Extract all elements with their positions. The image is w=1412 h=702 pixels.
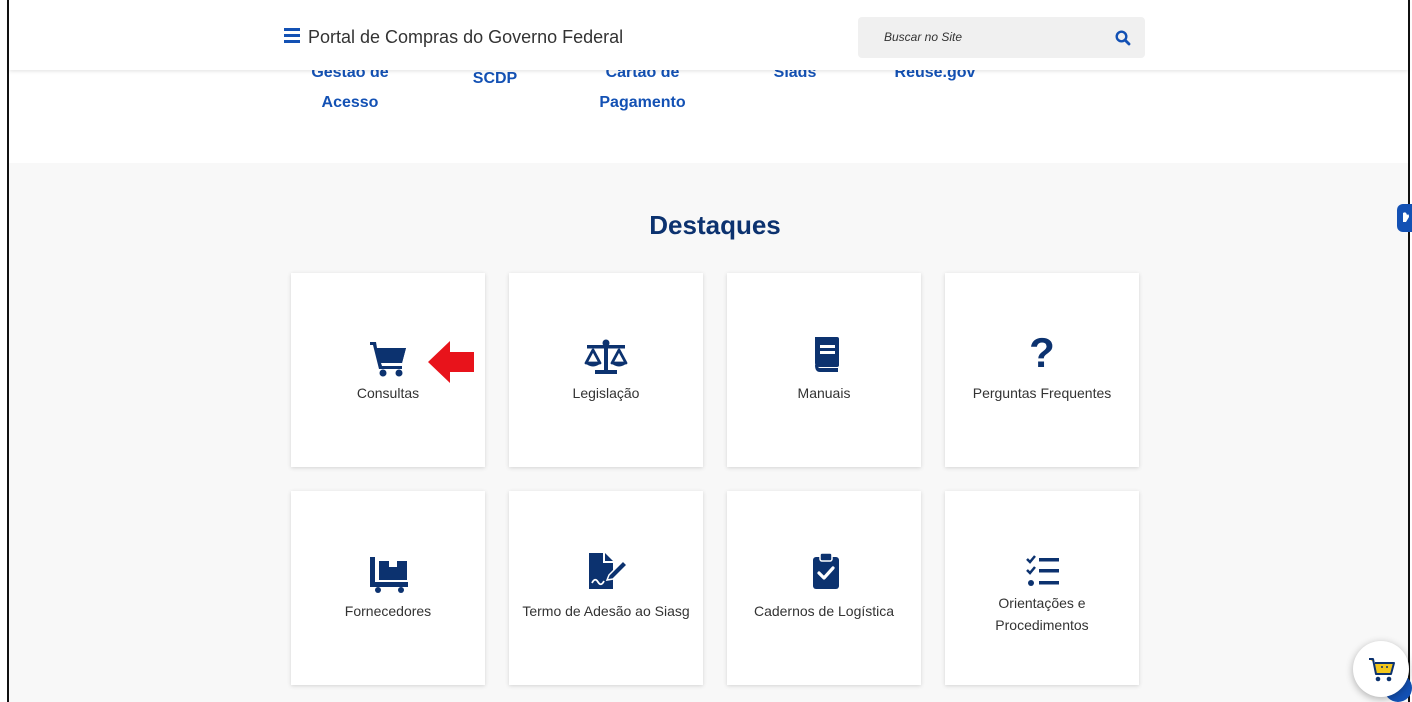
cart-icon: [1369, 658, 1395, 682]
balance-scale-icon: [584, 339, 628, 374]
search-box: [858, 17, 1145, 58]
card-label: Legislação: [572, 385, 640, 401]
link-line: Acesso: [321, 94, 379, 111]
link-line: Pagamento: [599, 94, 686, 111]
file-signature-icon: [589, 553, 629, 589]
hand-icon: [1403, 212, 1409, 222]
floating-cart-button[interactable]: [1353, 641, 1409, 697]
card-fornecedores[interactable]: Fornecedores: [291, 491, 485, 685]
card-legislacao[interactable]: Legislação: [509, 273, 703, 467]
card-label: Fornecedores: [344, 603, 432, 619]
red-arrow-annotation: [428, 341, 474, 383]
window-border-right: [1408, 0, 1410, 702]
card-manuais[interactable]: Manuais: [727, 273, 921, 467]
card-label: Perguntas Frequentes: [972, 385, 1112, 401]
accessibility-hand-icon[interactable]: [1397, 204, 1412, 232]
card-label: Orientações e Procedimentos: [995, 595, 1089, 633]
card-orientacoes[interactable]: Orientações e Procedimentos: [945, 491, 1139, 685]
card-label: Termo de Adesão ao Siasg: [522, 603, 690, 619]
question-icon: ?: [1029, 329, 1055, 376]
hamburger-menu-icon[interactable]: [284, 28, 300, 43]
destaques-section: [9, 163, 1408, 702]
card-termo-adesao[interactable]: Termo de Adesão ao Siasg: [509, 491, 703, 685]
clipboard-check-icon: [813, 552, 839, 589]
section-title: Destaques: [649, 210, 781, 240]
card-label: Manuais: [797, 385, 851, 401]
tasks-icon: [1026, 555, 1059, 586]
search-icon[interactable]: [1114, 29, 1132, 47]
site-title[interactable]: Portal de Compras do Governo Federal: [308, 27, 623, 48]
dolly-icon: [370, 557, 408, 593]
site-header: Portal de Compras do Governo Federal: [9, 0, 1408, 70]
book-icon: [815, 337, 839, 372]
card-label: Cadernos de Logística: [753, 603, 895, 619]
search-input[interactable]: [884, 30, 1084, 44]
card-perguntas-frequentes[interactable]: ? Perguntas Frequentes: [945, 273, 1139, 467]
card-cadernos-logistica[interactable]: Cadernos de Logística: [727, 491, 921, 685]
